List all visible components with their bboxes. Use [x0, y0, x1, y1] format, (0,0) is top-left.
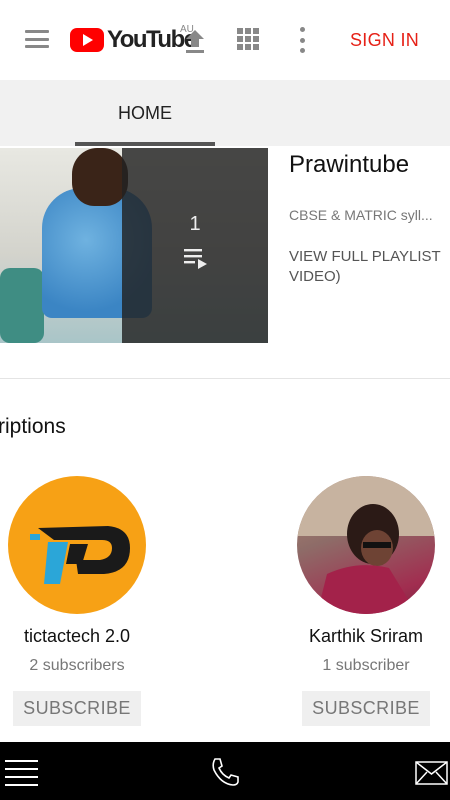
youtube-play-icon [70, 28, 104, 52]
youtube-logo[interactable]: YouTube [70, 26, 197, 54]
hamburger-icon[interactable] [25, 30, 49, 48]
playlist-play-icon [184, 249, 207, 269]
channel-avatar[interactable] [8, 476, 146, 614]
section-divider [0, 378, 450, 379]
menu-lines-icon[interactable] [5, 760, 38, 786]
bottom-action-bar [0, 742, 450, 800]
subscriber-count: 1 subscriber [322, 657, 410, 674]
subscribe-button[interactable]: SUBSCRIBE [13, 691, 141, 726]
upload-icon[interactable] [184, 28, 206, 54]
subscriber-count: 2 subscribers [29, 657, 125, 674]
mail-icon[interactable] [415, 761, 448, 785]
view-playlist-line2: VIDEO) [289, 268, 341, 285]
channel-card: tictactech 2.0 2 subscribers SUBSCRIBE [0, 476, 167, 726]
playlist-description: CBSE & MATRIC syll... [289, 207, 433, 223]
subscribe-button[interactable]: SUBSCRIBE [302, 691, 430, 726]
tab-home[interactable]: HOME [75, 80, 215, 146]
apps-grid-icon[interactable] [237, 28, 259, 50]
channel-card: Karthik Sriram 1 subscriber SUBSCRIBE [276, 476, 450, 726]
top-app-bar: YouTube AU SIGN IN [0, 0, 450, 80]
channel-name[interactable]: Karthik Sriram [276, 626, 450, 647]
channel-tab-bar: HOME [0, 80, 450, 146]
subscriptions-heading: riptions [0, 415, 66, 438]
person-photo [297, 476, 435, 614]
view-full-playlist-link[interactable]: VIEW FULL PLAYLIST VIDEO) [289, 247, 450, 287]
playlist-title[interactable]: Prawintube [289, 151, 409, 179]
view-playlist-line1: VIEW FULL PLAYLIST [289, 248, 441, 265]
playlist-count: 1 [189, 213, 201, 235]
sign-in-button[interactable]: SIGN IN [350, 30, 419, 51]
channel-logo-icon [30, 526, 130, 584]
playlist-thumbnail[interactable]: 1 [0, 148, 268, 343]
channel-name[interactable]: tictactech 2.0 [0, 626, 167, 647]
phone-icon[interactable] [209, 756, 241, 788]
channel-avatar[interactable] [297, 476, 435, 614]
more-vert-icon[interactable] [298, 27, 306, 53]
